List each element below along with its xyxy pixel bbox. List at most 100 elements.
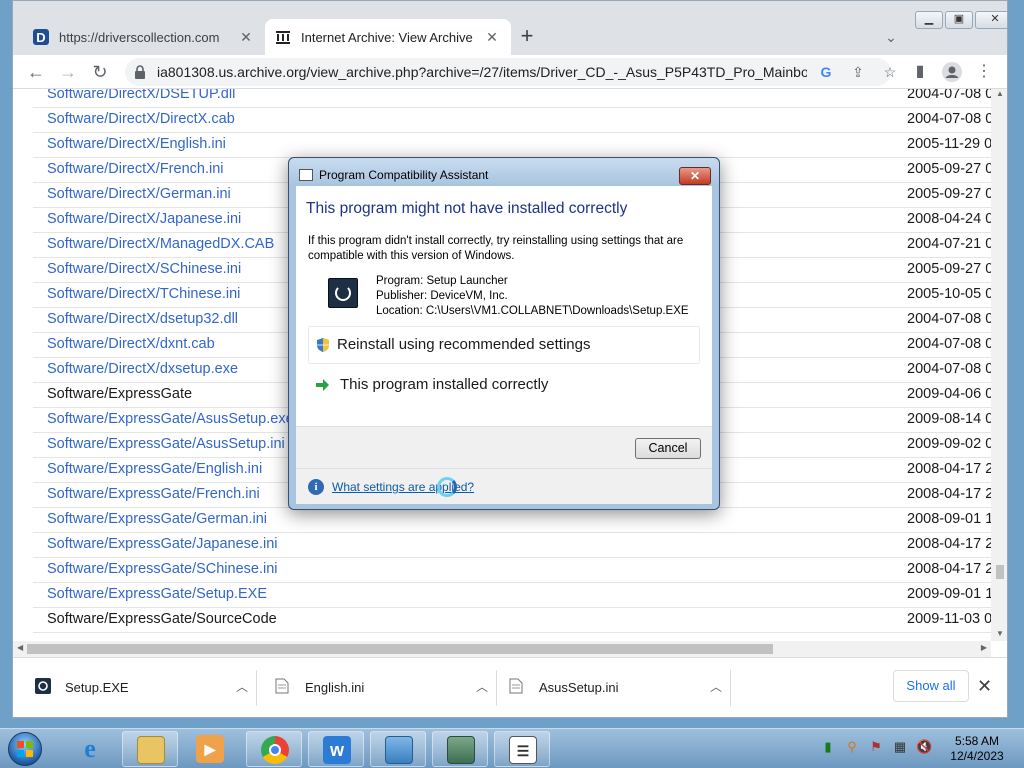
scroll-left-icon[interactable]: ◀ <box>17 643 23 652</box>
program-info: Program: Setup Launcher Publisher: Devic… <box>376 274 689 319</box>
file-date: 2008-04-17 2 <box>907 536 991 552</box>
program-button[interactable] <box>432 731 488 767</box>
download-item[interactable]: Setup.EXE ︿ <box>25 670 257 706</box>
chevron-up-icon[interactable]: ︿ <box>476 678 488 695</box>
url-text: ia801308.us.archive.org/view_archive.php… <box>157 64 807 80</box>
lock-icon[interactable] <box>133 64 149 80</box>
media-player-icon: ▶ <box>196 735 224 763</box>
download-item[interactable]: English.ini ︿ <box>265 670 497 706</box>
file-date: 2005-09-27 0 <box>907 261 991 277</box>
vertical-scrollbar[interactable]: ▲ ▼ <box>991 89 1007 641</box>
new-tab-button[interactable]: + <box>513 23 541 51</box>
file-date: 2009-08-14 0 <box>907 411 991 427</box>
dialog-title: Program Compatibility Assistant <box>319 168 489 182</box>
installed-correctly-label: This program installed correctly <box>340 376 549 393</box>
reload-icon[interactable]: ↻ <box>87 59 113 85</box>
file-link[interactable]: Software/ExpressGate/French.ini <box>47 486 260 502</box>
file-link[interactable]: Software/ExpressGate/SChinese.ini <box>47 561 278 577</box>
scroll-right-icon[interactable]: ▶ <box>981 643 987 652</box>
file-date: 2004-07-08 0 <box>907 89 991 102</box>
reinstall-label: Reinstall using recommended settings <box>337 336 591 353</box>
profile-avatar-icon[interactable] <box>939 59 965 85</box>
file-link[interactable]: Software/DirectX/DirectX.cab <box>47 111 235 127</box>
table-row: Software/DirectX/English.ini 2005-11-29 0 <box>33 133 991 158</box>
chevron-up-icon[interactable]: ︿ <box>710 678 722 695</box>
scroll-down-icon[interactable]: ▼ <box>991 629 1007 641</box>
close-tab-icon[interactable]: ✕ <box>483 29 501 46</box>
side-panel-icon[interactable]: ▮ <box>907 59 933 85</box>
file-link[interactable]: Software/ExpressGate/German.ini <box>47 511 267 527</box>
close-tab-icon[interactable]: ✕ <box>237 29 255 46</box>
photo-viewer-button[interactable] <box>370 731 426 767</box>
scroll-thumb[interactable] <box>27 644 773 654</box>
file-link[interactable]: Software/ExpressGate/Japanese.ini <box>47 536 278 552</box>
dialog-heading: This program might not have installed co… <box>306 200 628 217</box>
kebab-menu-icon[interactable]: ⋮ <box>971 59 997 85</box>
dialog-close-button[interactable]: ✕ <box>679 167 711 185</box>
file-link[interactable]: Software/DirectX/ManagedDX.CAB <box>47 236 274 252</box>
notepad-button[interactable]: ☰ <box>494 731 550 767</box>
file-link[interactable]: Software/ExpressGate/AsusSetup.exe <box>47 411 294 427</box>
scroll-thumb[interactable] <box>996 565 1004 579</box>
app-w-button[interactable]: w <box>308 731 364 767</box>
horizontal-scrollbar[interactable]: ◀ ▶ <box>13 641 991 657</box>
chrome-button[interactable] <box>246 731 302 767</box>
share-icon[interactable]: ⇪ <box>847 62 869 82</box>
show-all-button[interactable]: Show all <box>893 670 969 702</box>
file-link[interactable]: Software/DirectX/TChinese.ini <box>47 286 240 302</box>
file-date: 2009-09-02 0 <box>907 436 991 452</box>
dialog-body: This program might not have installed co… <box>296 186 712 426</box>
cancel-button[interactable]: Cancel <box>635 438 701 459</box>
file-date: 2008-04-17 2 <box>907 561 991 577</box>
file-date: 2009-09-01 1 <box>907 586 991 602</box>
action-center-flag-icon[interactable]: ⚑ <box>868 739 884 757</box>
reinstall-option[interactable]: Reinstall using recommended settings <box>308 326 700 364</box>
file-link[interactable]: Software/DirectX/SChinese.ini <box>47 261 241 277</box>
file-link[interactable]: Software/DirectX/German.ini <box>47 186 231 202</box>
program-name: Program: Setup Launcher <box>376 275 508 287</box>
maximize-button[interactable]: ▣ <box>945 11 973 29</box>
folder-icon <box>137 736 165 764</box>
dialog-titlebar[interactable]: Program Compatibility Assistant ✕ <box>289 158 719 186</box>
file-link[interactable]: Software/DirectX/English.ini <box>47 136 226 152</box>
google-lens-icon[interactable]: G <box>815 62 837 82</box>
file-link[interactable]: Software/DirectX/DSETUP.dll <box>47 89 235 102</box>
file-link[interactable]: Software/DirectX/dxnt.cab <box>47 336 215 352</box>
media-player-button[interactable]: ▶ <box>182 731 238 767</box>
file-link[interactable]: Software/DirectX/dsetup32.dll <box>47 311 238 327</box>
tab-internet-archive[interactable]: Internet Archive: View Archive ✕ <box>265 19 511 55</box>
chevron-up-icon[interactable]: ︿ <box>236 678 248 695</box>
search-tray-icon[interactable]: ⚲ <box>844 739 860 757</box>
start-button[interactable] <box>4 729 46 768</box>
file-link[interactable]: Software/ExpressGate/Setup.EXE <box>47 586 267 602</box>
taskbar-clock[interactable]: 5:58 AM 12/4/2023 <box>944 734 1010 764</box>
file-link[interactable]: Software/DirectX/French.ini <box>47 161 223 177</box>
scroll-up-icon[interactable]: ▲ <box>991 89 1007 101</box>
installed-correctly-option[interactable]: This program installed correctly <box>308 367 700 405</box>
close-downloads-icon[interactable]: ✕ <box>977 676 992 697</box>
minimize-button[interactable]: ▁ <box>915 11 943 29</box>
windows-taskbar: e ▶ w ☰ ▮ ⚲ ⚑ ▦ 🔇 5:58 AM 12/4/2023 <box>0 728 1024 768</box>
tab-search-chevron-icon[interactable]: ⌄ <box>879 25 903 49</box>
green-tray-icon[interactable]: ▮ <box>820 739 836 757</box>
bookmark-star-icon[interactable]: ☆ <box>879 62 901 82</box>
file-date: 2004-07-08 0 <box>907 311 991 327</box>
table-row: Software/ExpressGate/Setup.EXE 2009-09-01… <box>33 583 991 608</box>
back-arrow-icon[interactable]: ← <box>23 59 49 85</box>
volume-muted-icon[interactable]: 🔇 <box>916 739 932 757</box>
file-link[interactable]: Software/ExpressGate/AsusSetup.ini <box>47 436 285 452</box>
internet-explorer-button[interactable]: e <box>62 731 118 767</box>
ini-file-icon <box>275 678 291 696</box>
ini-file-icon <box>509 678 525 696</box>
file-explorer-button[interactable] <box>122 731 178 767</box>
browser-toolbar: ← → ↻ ia801308.us.archive.org/view_archi… <box>13 55 1007 89</box>
download-item[interactable]: AsusSetup.ini ︿ <box>499 670 731 706</box>
window-close-button[interactable]: ✕ <box>975 11 1007 29</box>
tab-driverscollection[interactable]: D https://driverscollection.com ✕ <box>23 19 265 55</box>
file-link[interactable]: Software/ExpressGate/English.ini <box>47 461 262 477</box>
file-link[interactable]: Software/DirectX/dxsetup.exe <box>47 361 238 377</box>
network-icon[interactable]: ▦ <box>892 739 908 757</box>
address-bar[interactable]: ia801308.us.archive.org/view_archive.php… <box>125 58 896 86</box>
forward-arrow-icon[interactable]: → <box>55 59 81 85</box>
file-link[interactable]: Software/DirectX/Japanese.ini <box>47 211 241 227</box>
